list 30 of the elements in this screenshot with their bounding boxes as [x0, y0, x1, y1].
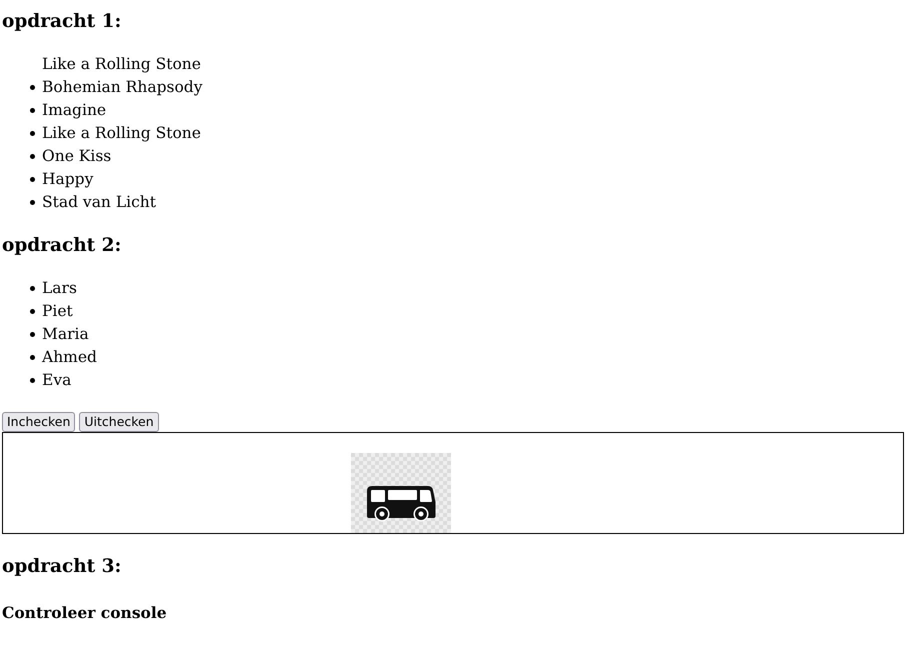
song-title: Like a Rolling Stone [42, 123, 201, 144]
person-name: Lars [42, 278, 77, 299]
bullet-icon [30, 108, 35, 113]
person-name: Piet [42, 301, 73, 322]
bullet-icon [30, 332, 35, 337]
bullet-icon [30, 378, 35, 383]
bullet-icon [30, 85, 35, 90]
song-title: Like a Rolling Stone [42, 54, 201, 75]
bullet-icon [30, 355, 35, 360]
bullet-icon [30, 177, 35, 182]
bullet-icon [30, 154, 35, 159]
song-title: Happy [42, 169, 94, 190]
bullet-icon [30, 200, 35, 205]
song-title: One Kiss [42, 146, 112, 167]
section-heading: opdracht 1: [2, 11, 122, 33]
bullet-icon [30, 309, 35, 314]
bullet-icon [30, 131, 35, 136]
song-title: Bohemian Rhapsody [42, 77, 202, 98]
action-button[interactable]: Uitchecken [79, 412, 159, 432]
bus-icon [351, 453, 451, 533]
bullet-icon [30, 286, 35, 291]
person-name: Maria [42, 324, 89, 345]
action-button[interactable]: Inchecken [2, 412, 76, 432]
person-name: Eva [42, 370, 72, 391]
section-heading: opdracht 3: [2, 556, 122, 578]
song-title: Stad van Licht [42, 192, 156, 213]
console-heading: Controleer console [2, 602, 167, 624]
song-title: Imagine [42, 100, 106, 121]
section-heading: opdracht 2: [2, 235, 122, 257]
person-name: Ahmed [42, 347, 97, 368]
